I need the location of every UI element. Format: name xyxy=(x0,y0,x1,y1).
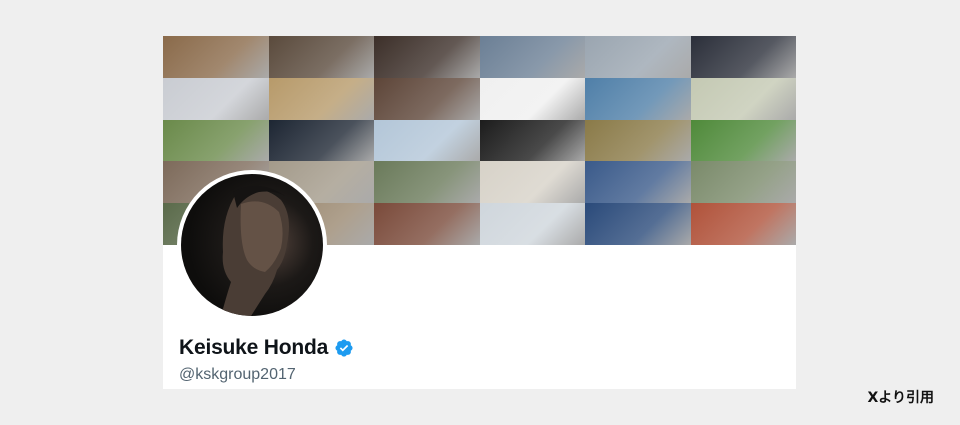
banner-photo-tile xyxy=(690,203,796,245)
banner-photo-tile xyxy=(690,36,796,78)
avatar-silhouette-icon xyxy=(221,185,289,316)
banner-photo-tile xyxy=(374,119,480,162)
user-handle: @kskgroup2017 xyxy=(179,366,296,383)
name-row: Keisuke Honda xyxy=(179,336,354,360)
banner-photo-tile xyxy=(479,36,585,78)
banner-photo-tile xyxy=(585,77,691,120)
profile-card: Keisuke Honda @kskgroup2017 xyxy=(163,36,796,389)
banner-photo-tile xyxy=(374,36,480,78)
banner-photo-tile xyxy=(690,77,796,120)
banner-photo-tile xyxy=(479,77,585,120)
banner-photo-tile xyxy=(479,203,585,245)
banner-photo-tile xyxy=(479,161,585,204)
source-credit: Xより引用 xyxy=(867,390,934,406)
profile-avatar[interactable] xyxy=(177,170,327,320)
banner-photo-tile xyxy=(374,161,480,204)
verified-badge-icon[interactable] xyxy=(334,338,354,358)
banner-photo-tile xyxy=(163,77,269,120)
display-name: Keisuke Honda xyxy=(179,336,329,359)
banner-photo-tile xyxy=(268,36,374,78)
banner-photo-tile xyxy=(585,161,691,204)
avatar-photo xyxy=(181,174,323,316)
banner-photo-tile xyxy=(374,77,480,120)
banner-photo-tile xyxy=(479,119,585,162)
banner-photo-tile xyxy=(163,119,269,162)
banner-photo-tile xyxy=(585,36,691,78)
banner-photo-tile xyxy=(374,203,480,245)
banner-photo-tile xyxy=(690,119,796,162)
banner-photo-tile xyxy=(585,203,691,245)
banner-photo-tile xyxy=(163,36,269,78)
banner-photo-tile xyxy=(690,161,796,204)
banner-photo-tile xyxy=(585,119,691,162)
banner-photo-tile xyxy=(268,119,374,162)
banner-photo-tile xyxy=(268,77,374,120)
